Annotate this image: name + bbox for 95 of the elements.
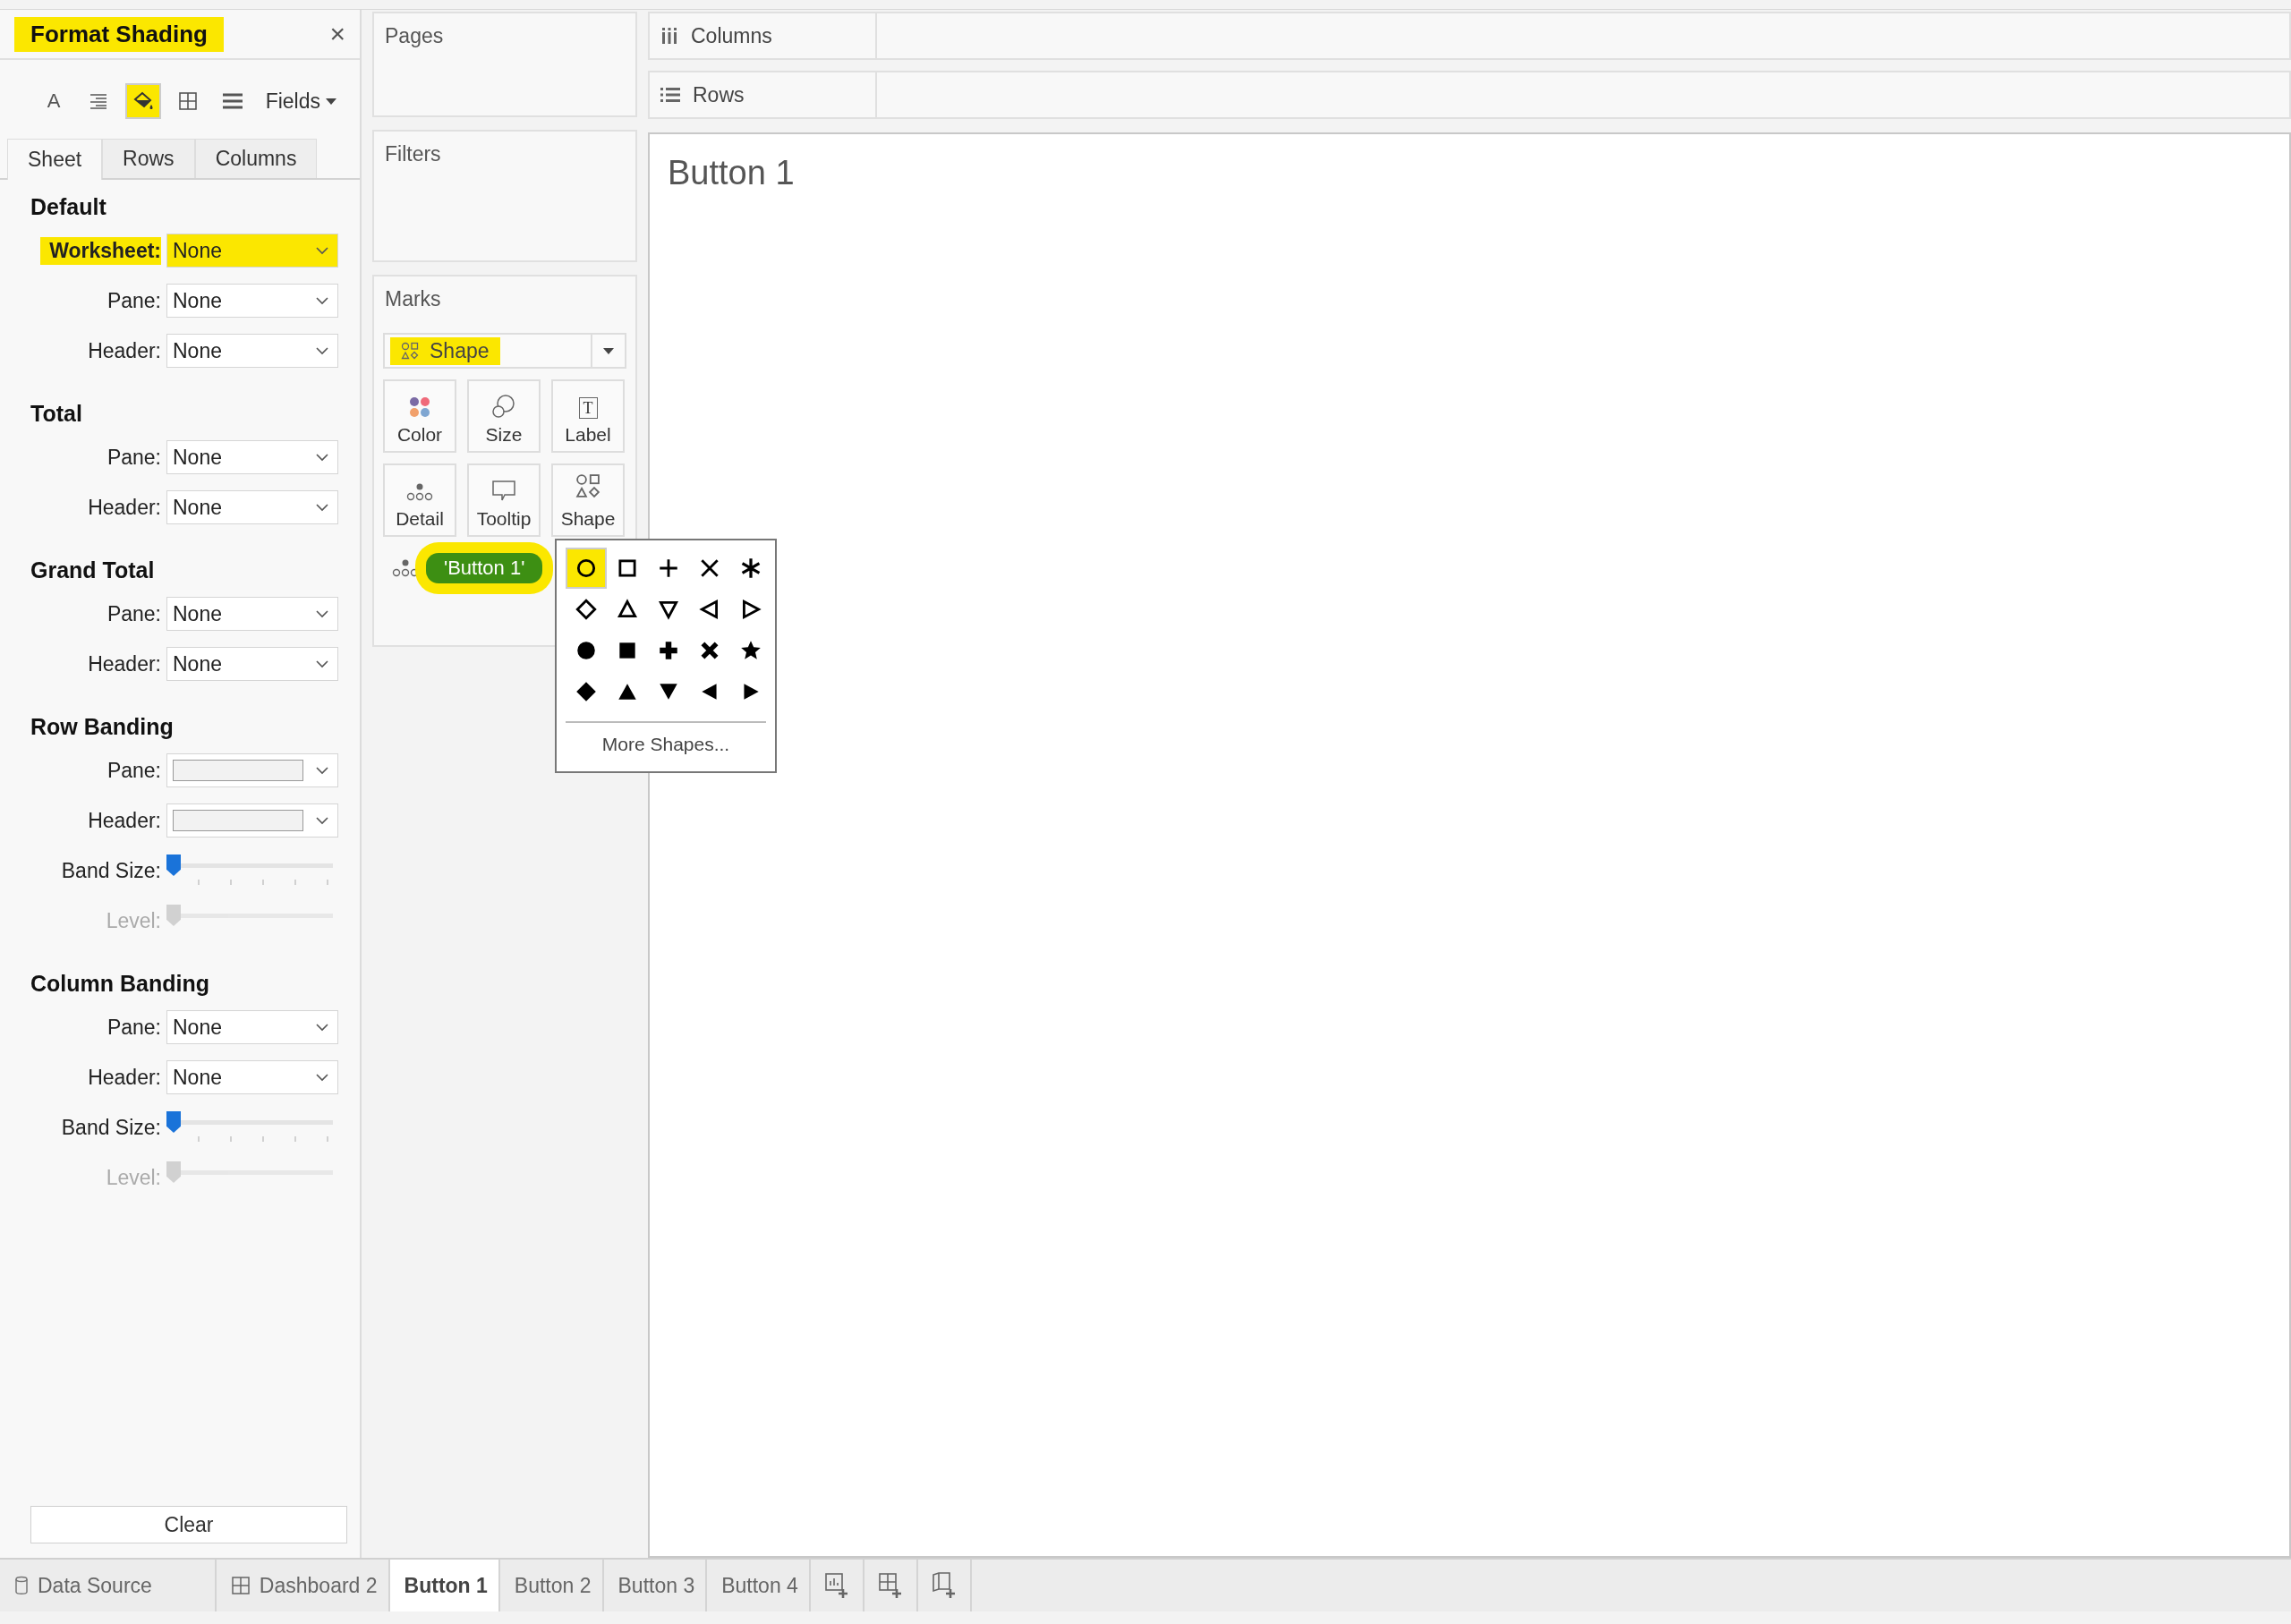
shelf-label: Rows [693, 82, 745, 107]
view-title: Button 1 [668, 154, 796, 192]
color-picker[interactable] [166, 803, 338, 838]
circle-icon [575, 557, 598, 580]
font-button[interactable]: A [36, 83, 72, 119]
color-picker[interactable] [166, 753, 338, 787]
detail-button[interactable]: Detail [383, 463, 456, 537]
field-label: Worksheet: [40, 236, 161, 265]
dropdown[interactable]: None [166, 647, 338, 681]
dropdown[interactable]: None [166, 1060, 338, 1094]
field-label: Header: [87, 807, 161, 834]
columns-icon [660, 27, 678, 45]
caret-icon [603, 347, 614, 354]
rows-icon [660, 87, 680, 103]
dropdown[interactable]: None [166, 1010, 338, 1044]
field-label: Band Size: [60, 857, 161, 884]
section-heading: Default [30, 193, 107, 221]
section-heading: Row Banding [30, 713, 175, 741]
field-label: Header: [87, 650, 161, 677]
field-label: Level: [105, 1164, 161, 1191]
chevron-icon [316, 609, 328, 618]
slider-thumb[interactable] [166, 1111, 181, 1133]
workbook-tab[interactable]: Button 1 [389, 1560, 500, 1611]
diamond-icon [575, 598, 598, 621]
chevron-icon [316, 766, 328, 775]
database-icon [14, 1576, 29, 1595]
dropdown[interactable]: None [166, 440, 338, 474]
chevron-icon [316, 1073, 328, 1082]
dropdown[interactable]: None [166, 284, 338, 318]
shapes-icon [401, 342, 419, 360]
chevron-icon [316, 503, 328, 512]
card-title: Filters [384, 142, 442, 166]
panel-title: Format Shading [14, 16, 224, 52]
field-label: Pane: [106, 1014, 161, 1041]
dropdown[interactable]: None [166, 234, 338, 268]
chevron-icon [316, 296, 328, 305]
section-heading: Grand Total [30, 557, 156, 584]
dropdown[interactable]: None [166, 490, 338, 524]
label-button[interactable]: T Label [551, 379, 625, 453]
tab[interactable]: Sheet [7, 139, 103, 180]
dropdown[interactable]: None [166, 334, 338, 368]
mark-type-dropdown[interactable]: Shape [383, 333, 626, 369]
card-title: Marks [384, 287, 442, 311]
asterisk-icon [739, 557, 762, 580]
section-heading: Column Banding [30, 970, 210, 998]
new-worksheet-icon [822, 1571, 850, 1600]
borders-icon [178, 91, 198, 111]
field-label: Level: [105, 907, 161, 934]
field-label: Header: [87, 494, 161, 521]
fields-menu[interactable]: Fields [260, 88, 342, 115]
lines-icon [222, 92, 243, 110]
size-icon [491, 394, 516, 419]
field-label: Pane: [106, 757, 161, 784]
shapes-icon [575, 473, 600, 498]
slider-thumb[interactable] [166, 855, 181, 876]
filled-circle-icon [575, 639, 598, 662]
chevron-icon [316, 453, 328, 462]
chevron-icon [316, 816, 328, 825]
field-label: Pane: [106, 444, 161, 471]
field-label: Pane: [106, 600, 161, 627]
caret-icon [326, 98, 336, 105]
chevron-icon [316, 659, 328, 668]
new-story-icon [930, 1571, 958, 1600]
size-button[interactable]: Size [467, 379, 541, 453]
new-dashboard-icon [876, 1571, 904, 1600]
field-label: Band Size: [60, 1114, 161, 1141]
chevron-icon [316, 246, 328, 255]
field-label: Pane: [106, 287, 161, 314]
detail-dots-icon [406, 481, 433, 503]
plus-icon [657, 557, 680, 580]
chevron-icon [316, 346, 328, 355]
shelf-label: Columns [691, 23, 772, 48]
square-icon [616, 557, 639, 580]
shape-option[interactable] [566, 548, 607, 589]
more-shapes-link[interactable]: More Shapes... [566, 727, 766, 762]
color-button[interactable]: Color [383, 379, 456, 453]
section-heading: Total [30, 400, 83, 428]
filled-diamond-icon [575, 680, 598, 703]
speech-bubble-icon [491, 480, 516, 503]
clear-button[interactable]: Clear [30, 1506, 347, 1543]
chevron-icon [316, 1023, 328, 1032]
tooltip-button[interactable]: Tooltip [467, 463, 541, 537]
thick-plus-icon [657, 639, 680, 662]
dashboard-icon [230, 1576, 251, 1595]
color-dots-icon [408, 395, 431, 419]
shading-button[interactable] [125, 83, 161, 119]
align-icon [89, 93, 108, 109]
field-label: Header: [87, 337, 161, 364]
dropdown[interactable]: None [166, 597, 338, 631]
close-button[interactable]: × [326, 19, 349, 49]
tab[interactable]: Columns [194, 139, 318, 178]
field-label: Header: [87, 1064, 161, 1091]
card-title: Pages [384, 24, 445, 48]
tab[interactable]: Rows [102, 139, 195, 178]
shape-button[interactable]: Shape [551, 463, 625, 537]
